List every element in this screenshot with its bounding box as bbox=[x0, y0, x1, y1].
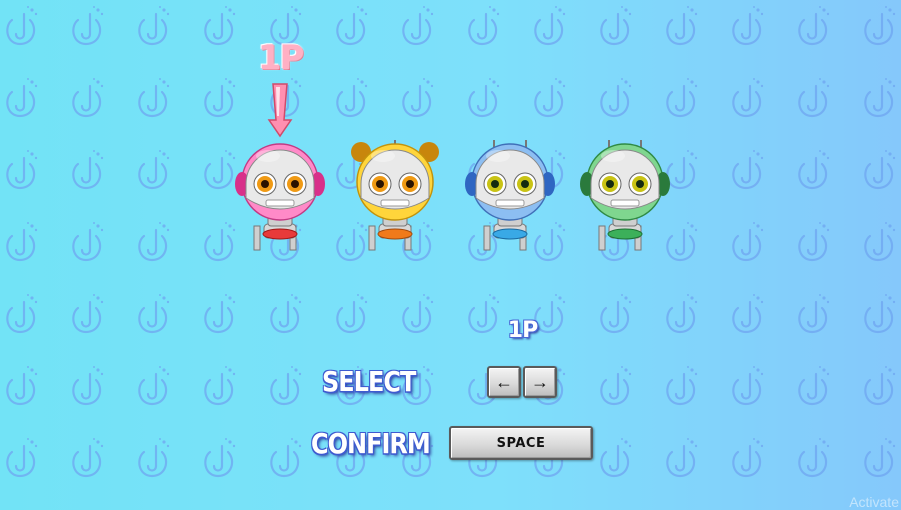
space-key[interactable]: SPACE bbox=[449, 426, 593, 460]
watermark: Activate bbox=[849, 494, 899, 510]
left-arrow-key[interactable]: ← bbox=[487, 366, 521, 398]
player-cursor: 1P bbox=[240, 38, 320, 138]
right-arrow-key[interactable]: → bbox=[523, 366, 557, 398]
character-pink-robot[interactable] bbox=[230, 140, 330, 260]
character-blue-robot[interactable] bbox=[460, 140, 560, 260]
character-green-robot[interactable] bbox=[575, 140, 675, 260]
down-arrow-icon bbox=[267, 83, 293, 138]
confirm-label: CONFIRM bbox=[311, 427, 431, 461]
cursor-label: 1P bbox=[257, 38, 305, 78]
character-yellow-robot[interactable] bbox=[345, 140, 445, 260]
player-indicator: 1P bbox=[507, 318, 538, 343]
select-label: SELECT bbox=[322, 365, 416, 399]
